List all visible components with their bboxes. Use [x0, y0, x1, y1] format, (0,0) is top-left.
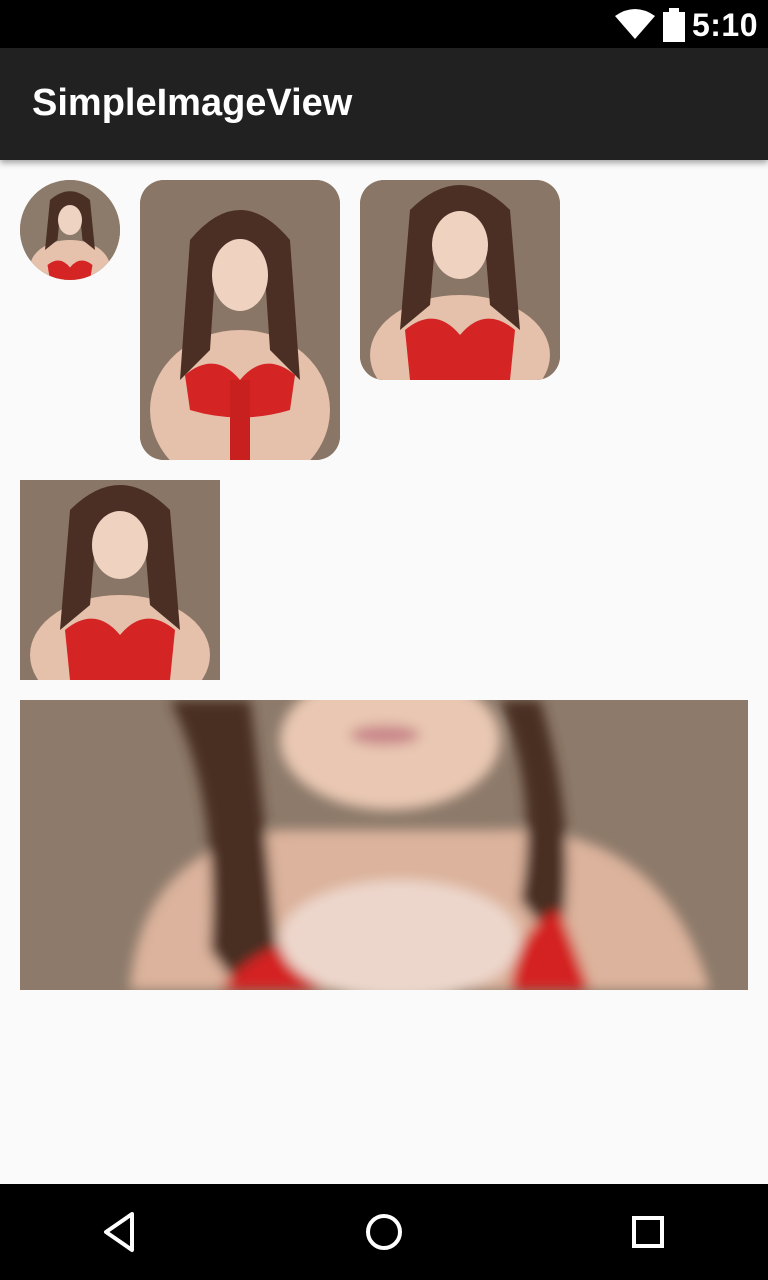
app-title: SimpleImageView [32, 82, 353, 124]
recent-apps-icon[interactable] [624, 1208, 672, 1256]
rounded-square-image [360, 180, 560, 380]
back-icon[interactable] [96, 1208, 144, 1256]
wifi-icon [615, 9, 655, 39]
status-bar: 5:10 [0, 0, 768, 48]
circle-image [20, 180, 120, 280]
square-image [20, 480, 220, 680]
home-icon[interactable] [360, 1208, 408, 1256]
app-bar: SimpleImageView [0, 48, 768, 160]
navigation-bar [0, 1184, 768, 1280]
rounded-portrait-image [140, 180, 340, 460]
status-time: 5:10 [691, 7, 758, 43]
battery-icon [663, 8, 685, 42]
image-gallery [0, 160, 768, 1184]
wide-cropped-image [20, 700, 748, 990]
